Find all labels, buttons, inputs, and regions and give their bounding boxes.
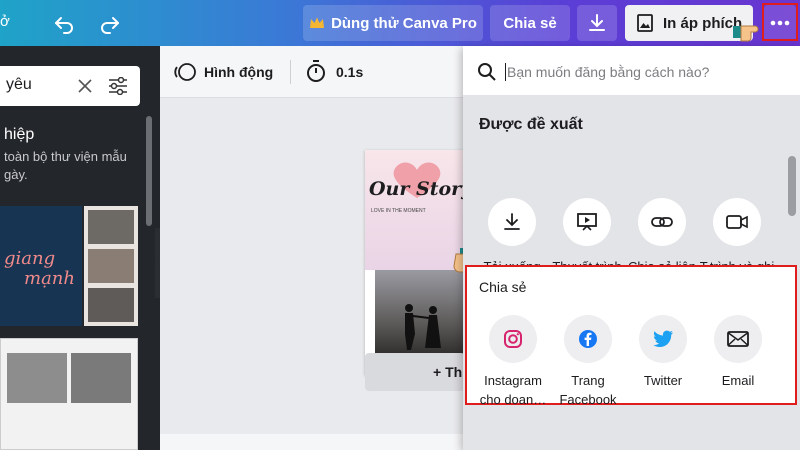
template-thumbnail[interactable] [0,338,138,450]
instagram-option-label: Instagram cho doan… [479,373,547,407]
sidebar-desc-line2: gày. [4,167,28,182]
twitter-option-label: Twitter [643,373,683,388]
share-section-title: Chia sẻ [479,279,527,295]
share-label: Chia sẻ [503,14,557,32]
link-icon [651,217,673,227]
template-thumbnail[interactable]: giang mạnh [0,206,82,326]
sidebar-heading: hiệp [4,126,35,143]
suggested-title: Được đề xuất [479,116,583,133]
timer-icon [307,60,325,82]
download-icon [589,14,605,31]
animate-icon [174,63,196,81]
poster-subtitle: LOVE IN THE MOMENT [371,208,426,214]
facebook-option-label: Trang Facebook [559,373,617,407]
search-icon [478,63,496,81]
share-link-option[interactable] [638,198,686,246]
instagram-icon [504,330,522,348]
template-thumbnail-photos[interactable] [84,206,138,326]
try-canva-pro-button[interactable]: Dùng thử Canva Pro [303,5,483,41]
add-page-label: + Th [433,364,463,380]
print-poster-label: In áp phích [663,14,743,32]
facebook-option[interactable] [564,315,612,363]
instagram-option[interactable] [489,315,537,363]
undo-icon[interactable] [52,11,76,35]
left-sidebar: yêu hiệp toàn bộ thư viện mẫu gày. giang… [0,46,160,450]
redo-icon[interactable] [98,11,122,35]
poster-icon [637,14,653,32]
record-video-icon [726,215,748,229]
home-label-fragment[interactable]: ở [0,13,10,30]
facebook-icon [579,330,597,348]
email-option-label: Email [721,373,755,388]
download-button[interactable] [577,5,617,41]
duration-button[interactable]: 0.1s [336,64,363,80]
record-option[interactable] [713,198,761,246]
template-search-input[interactable]: yêu [0,66,140,106]
thumb-text-1: giang [4,248,56,269]
publish-search-input[interactable]: Bạn muốn đăng bằng cách nào? [463,46,800,96]
top-bar: ở Dùng thử Canva Pro Chia sẻ In áp phích [0,0,800,46]
thumb-text-2: mạnh [24,268,75,289]
sidebar-scrollbar[interactable] [146,116,152,226]
try-canva-pro-label: Dùng thử Canva Pro [331,14,477,32]
download-icon [504,213,520,230]
share-button[interactable]: Chia sẻ [490,5,570,41]
email-icon [727,331,749,347]
filter-icon[interactable] [108,77,128,95]
download-option[interactable] [488,198,536,246]
text-cursor [505,63,506,81]
search-value: yêu [6,76,32,93]
crown-icon [310,17,325,28]
twitter-icon [653,330,673,347]
social-share-section: Chia sẻ Instagram cho doan… Trang Facebo… [465,265,797,407]
sidebar-desc-line1: toàn bộ thư viện mẫu [4,149,127,164]
email-option[interactable] [714,315,762,363]
pointing-hand-icon [733,25,759,42]
publish-search-placeholder: Bạn muốn đăng bằng cách nào? [507,64,710,80]
add-page-button[interactable]: + Th [365,353,465,391]
clear-icon[interactable] [78,79,92,93]
animate-button[interactable]: Hình động [204,64,273,80]
couple-silhouette [405,304,441,350]
poster-title: Our Story [369,178,465,200]
present-icon [577,213,597,231]
step1-highlight [762,3,798,41]
present-option[interactable] [563,198,611,246]
panel-scrollbar[interactable] [788,156,796,216]
twitter-option[interactable] [639,315,687,363]
